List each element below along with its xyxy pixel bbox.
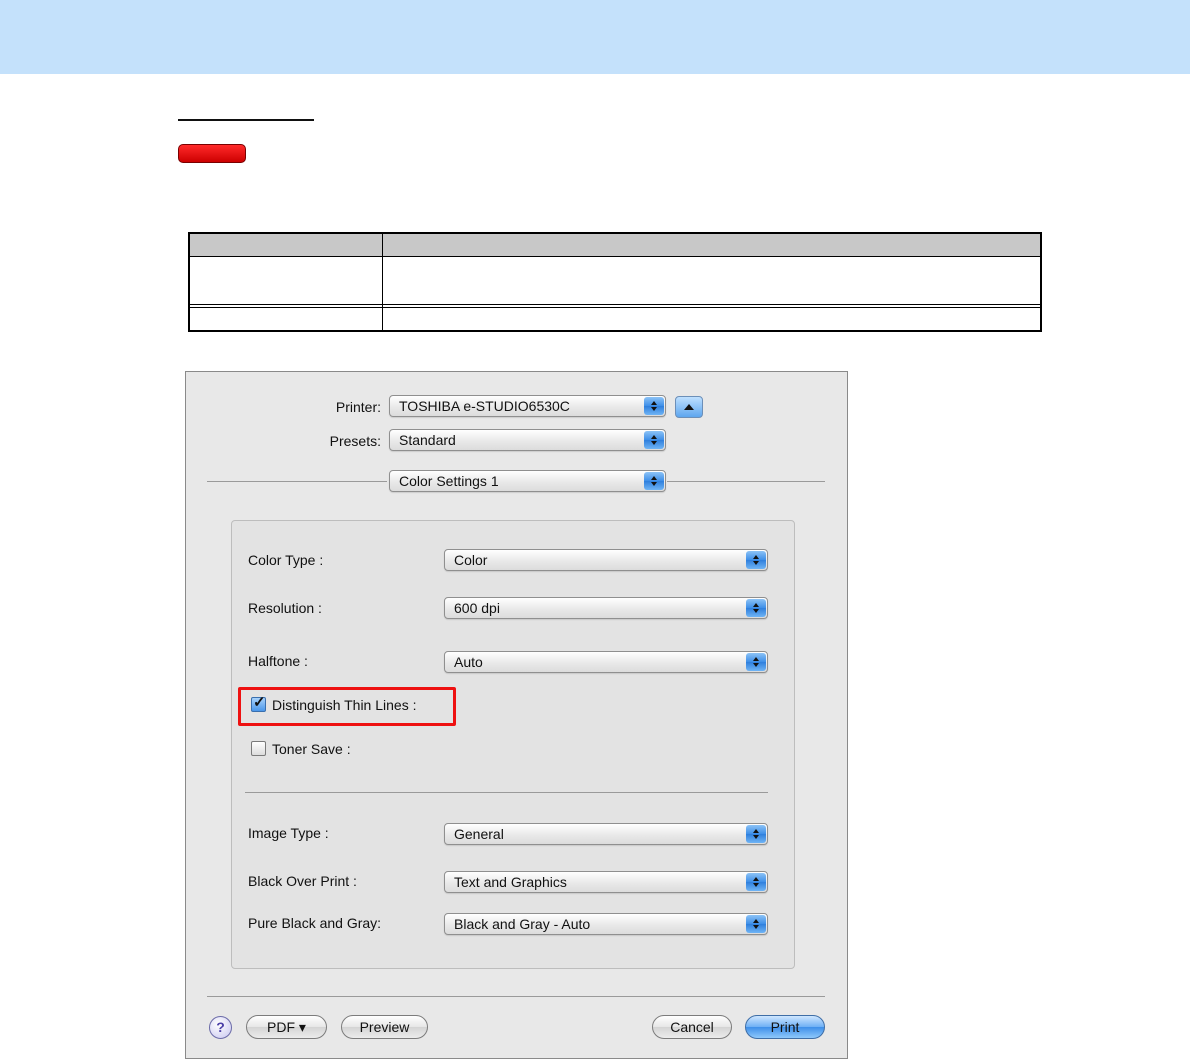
pure-black-and-gray-label: Pure Black and Gray: — [248, 915, 382, 931]
table-row-separator — [190, 304, 1040, 308]
up-down-arrows-icon — [644, 472, 664, 490]
pure-black-and-gray-select[interactable]: Black and Gray - Auto — [444, 913, 768, 935]
color-type-label: Color Type : — [248, 552, 324, 568]
toner-save-checkbox[interactable] — [251, 741, 266, 756]
table-column-separator — [382, 234, 383, 330]
printer-label: Printer: — [335, 399, 381, 415]
halftone-label: Halftone : — [248, 653, 308, 669]
bottom-separator — [207, 996, 825, 997]
print-dialog: Printer: TOSHIBA e-STUDIO6530C Presets: … — [185, 371, 848, 1059]
up-down-arrows-icon — [746, 599, 766, 617]
heading-underline — [178, 119, 314, 121]
halftone-value: Auto — [454, 654, 483, 670]
up-down-arrows-icon — [644, 431, 664, 449]
image-type-label: Image Type : — [248, 825, 329, 841]
up-down-arrows-icon — [746, 825, 766, 843]
up-down-arrows-icon — [644, 397, 664, 415]
resolution-select[interactable]: 600 dpi — [444, 597, 768, 619]
pure-black-and-gray-value: Black and Gray - Auto — [454, 916, 591, 932]
red-tag — [178, 144, 246, 163]
printer-select[interactable]: TOSHIBA e-STUDIO6530C — [389, 395, 666, 417]
panel-select[interactable]: Color Settings 1 — [389, 470, 666, 492]
separator-line — [667, 481, 825, 482]
presets-label: Presets: — [329, 433, 381, 449]
up-down-arrows-icon — [746, 653, 766, 671]
question-mark-icon: ? — [216, 1019, 225, 1035]
resolution-label: Resolution : — [248, 600, 322, 616]
help-button[interactable]: ? — [209, 1016, 232, 1039]
black-over-print-label: Black Over Print : — [248, 873, 357, 889]
disclosure-triangle-button[interactable] — [675, 396, 703, 418]
highlight-box — [238, 687, 456, 726]
color-type-select[interactable]: Color — [444, 549, 768, 571]
table-header-row — [190, 234, 1040, 257]
group-separator — [245, 792, 768, 793]
toner-save-label: Toner Save : — [272, 741, 351, 757]
printer-value: TOSHIBA e-STUDIO6530C — [399, 398, 570, 414]
image-type-select[interactable]: General — [444, 823, 768, 845]
preview-button[interactable]: Preview — [341, 1015, 428, 1039]
color-type-value: Color — [454, 552, 488, 568]
resolution-value: 600 dpi — [454, 600, 500, 616]
up-down-arrows-icon — [746, 873, 766, 891]
presets-select[interactable]: Standard — [389, 429, 666, 451]
up-down-arrows-icon — [746, 551, 766, 569]
up-down-arrows-icon — [746, 915, 766, 933]
cancel-button[interactable]: Cancel — [652, 1015, 732, 1039]
spec-table — [188, 232, 1042, 332]
presets-value: Standard — [399, 432, 456, 448]
pdf-button[interactable]: PDF ▾ — [246, 1015, 327, 1039]
separator-line — [207, 481, 387, 482]
triangle-up-icon — [684, 404, 694, 410]
panel-value: Color Settings 1 — [399, 473, 499, 489]
print-button[interactable]: Print — [745, 1015, 825, 1039]
black-over-print-value: Text and Graphics — [454, 874, 567, 890]
header-band — [0, 0, 1190, 74]
black-over-print-select[interactable]: Text and Graphics — [444, 871, 768, 893]
image-type-value: General — [454, 826, 504, 842]
halftone-select[interactable]: Auto — [444, 651, 768, 673]
